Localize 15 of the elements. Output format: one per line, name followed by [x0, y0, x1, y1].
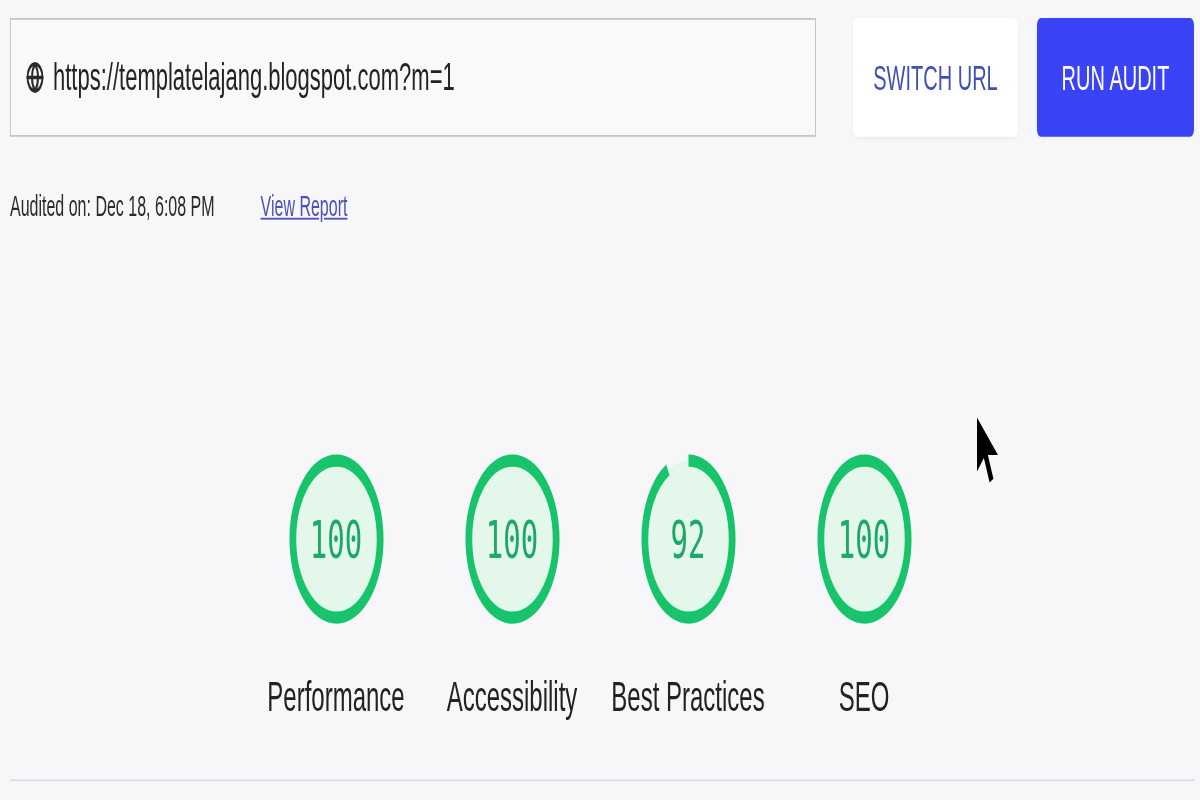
url-field[interactable]: https://templatelajang.blogspot.com?m=1: [10, 18, 816, 137]
run-audit-button[interactable]: RUN AUDIT: [1037, 18, 1194, 137]
category-label: Best Practices: [611, 671, 765, 722]
mouse-pointer-icon: [977, 417, 998, 483]
score-value: 92: [670, 512, 706, 567]
category-label: Accessibility: [446, 671, 578, 722]
category-label: SEO: [838, 671, 890, 722]
score-value: 100: [309, 512, 363, 567]
category-label: Performance: [267, 671, 405, 722]
score-value: 100: [485, 512, 539, 567]
globe-icon: [26, 61, 44, 94]
audit-date-text: Audited on: Dec 18, 6:08 PM: [10, 189, 215, 224]
switch-url-button[interactable]: SWITCH URL: [853, 18, 1018, 137]
score-value: 100: [837, 512, 891, 567]
view-report-link[interactable]: View Report: [260, 189, 348, 225]
